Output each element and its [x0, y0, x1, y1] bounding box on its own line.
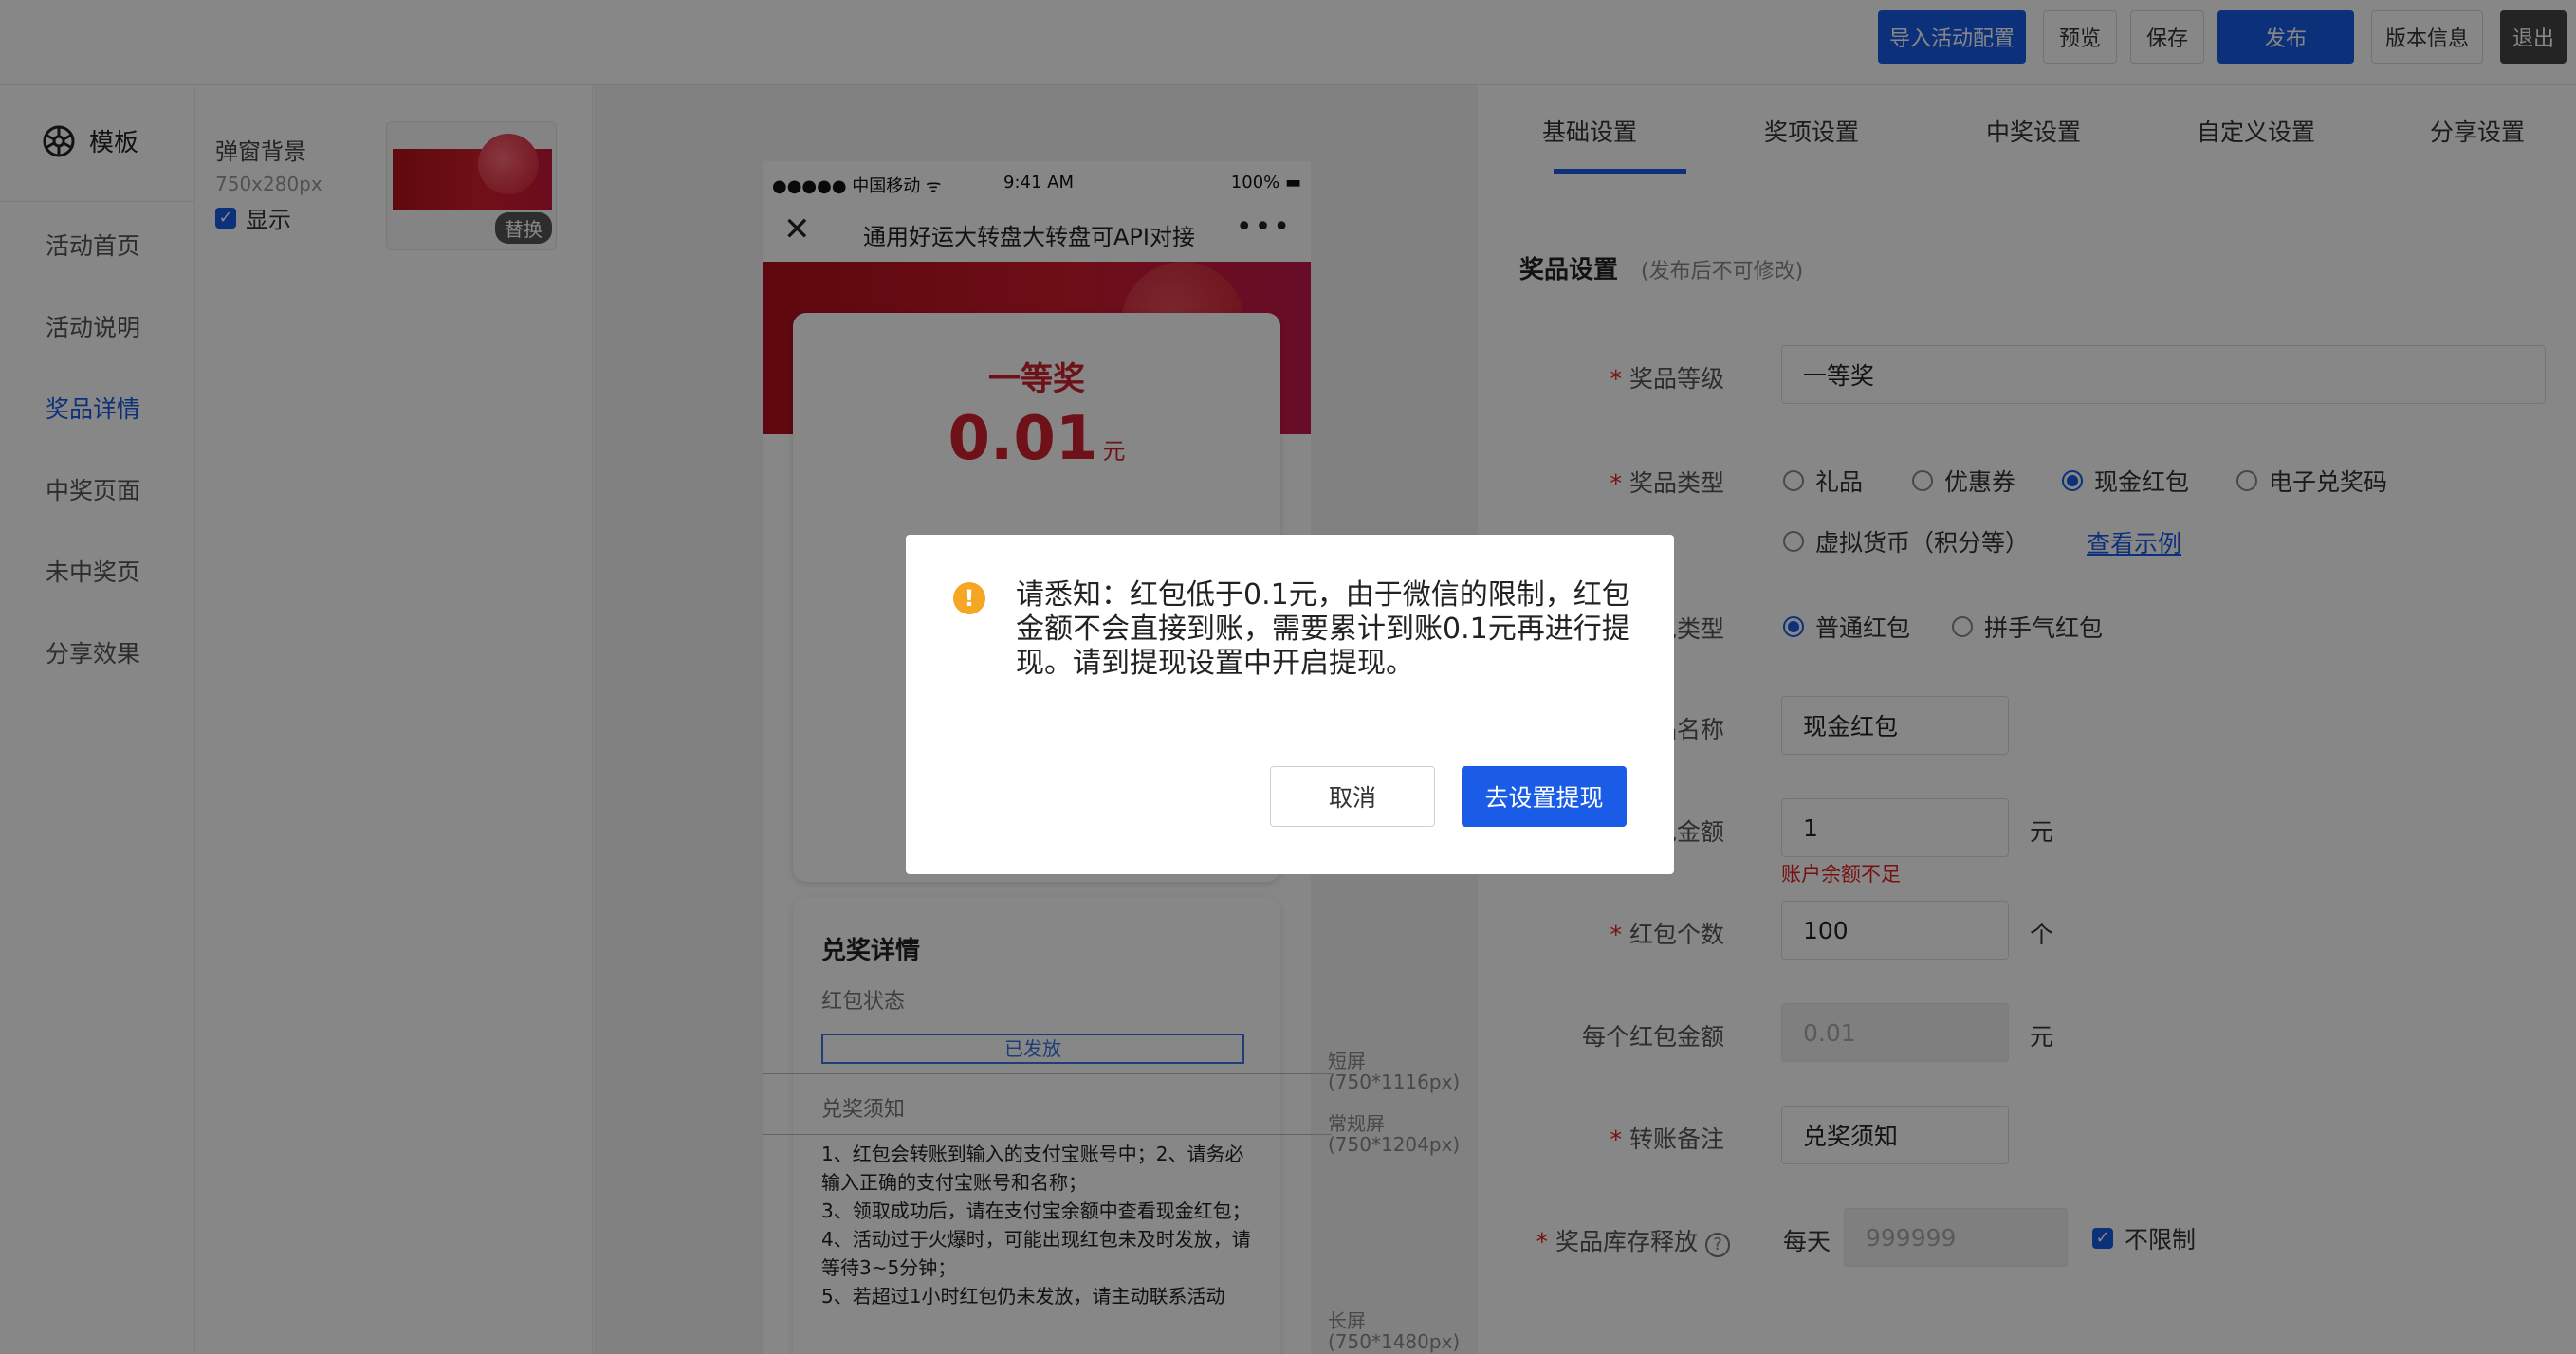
go-set-withdraw-button[interactable]: 去设置提现	[1462, 766, 1627, 827]
withdraw-notice-message: 请悉知：红包低于0.1元，由于微信的限制，红包金额不会直接到账，需要累计到账0.…	[1016, 578, 1630, 680]
warning-icon: !	[953, 582, 985, 614]
cancel-button[interactable]: 取消	[1270, 766, 1435, 827]
withdraw-notice-modal: ! 请悉知：红包低于0.1元，由于微信的限制，红包金额不会直接到账，需要累计到账…	[906, 535, 1674, 874]
